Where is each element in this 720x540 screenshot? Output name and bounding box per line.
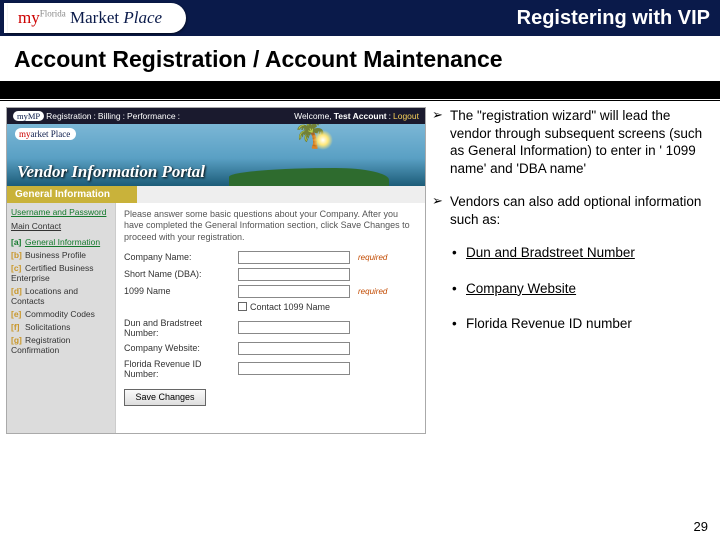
checkbox-contact-1099[interactable] [238,302,247,311]
sun-icon [313,130,333,150]
row-duns: Dun and Bradstreet Number: [124,318,417,338]
vip-nav-step-g[interactable]: [g]Registration Confirmation [11,335,111,355]
logo-market: arket [85,8,119,27]
bullet-dot-icon: • [452,244,466,262]
logo-myflorida-marketplace: myFlorida Market Place [18,8,162,28]
vip-body: Username and Password Main Contact [a]Ge… [7,203,425,433]
lbl-website: Company Website: [124,343,234,353]
vip-top-account: Welcome, Test Account : Logout [294,111,419,121]
vip-nav-step-b[interactable]: [b]Business Profile [11,250,111,260]
arrow-icon: ➢ [432,193,450,228]
lbl-duns: Dun and Bradstreet Number: [124,318,234,338]
logo-my: my [18,8,40,27]
vip-sidebar: Username and Password Main Contact [a]Ge… [7,203,115,433]
req-1099-name: required [358,287,387,296]
slide-top-bar: myFlorida myFlorida Market Place Registe… [0,0,720,36]
page-number: 29 [694,519,708,534]
vip-tab-billing[interactable]: Billing [98,111,121,121]
vip-nav-step-f[interactable]: [f]Solicitations [11,322,111,332]
screenshot-column: myMP Registration : Billing : Performanc… [0,105,430,434]
bullet-dot-icon: • [452,315,466,333]
divider-thick [0,81,720,99]
section-heading: Account Registration / Account Maintenan… [0,36,720,81]
vip-tab-performance[interactable]: Performance [127,111,176,121]
vip-top-nav: myMP Registration : Billing : Performanc… [7,108,425,124]
row-short-name: Short Name (DBA): [124,268,417,281]
sub-bullet-3-text: Florida Revenue ID number [466,315,632,333]
lbl-company-name: Company Name: [124,252,234,262]
sub-bullet-2-text: Company Website [466,280,576,298]
vip-mini-logo-icon: myMP [13,111,44,121]
vip-nav-step-a[interactable]: [a]General Information [11,237,111,247]
row-company-name: Company Name: required [124,251,417,264]
vip-logout-link[interactable]: Logout [393,111,419,121]
sub-bullet-1-text: Dun and Bradstreet Number [466,244,635,262]
input-florida-rev-id[interactable] [238,362,350,375]
lbl-short-name: Short Name (DBA): [124,269,234,279]
vip-nav-main-contact[interactable]: Main Contact [11,221,111,231]
vip-hero-title: Vendor Information Portal [17,162,205,182]
vip-welcome-prefix: Welcome, [294,111,332,121]
req-company-name: required [358,253,387,262]
row-website: Company Website: [124,342,417,355]
bullet-2-text: Vendors can also add optional informatio… [450,193,714,228]
lbl-florida-rev-id: Florida Revenue ID Number: [124,359,234,379]
arrow-icon: ➢ [432,107,450,177]
row-florida-rev-id: Florida Revenue ID Number: [124,359,417,379]
logo-place: Place [123,8,162,27]
sub-bullet-list: • Dun and Bradstreet Number • Company We… [432,244,714,333]
vip-nav-step-c[interactable]: [c]Certified Business Enterprise [11,263,111,283]
vip-hero-logo: myarket Place [15,128,76,140]
input-1099-name[interactable] [238,285,350,298]
bullet-1: ➢ The "registration wizard" will lead th… [432,107,714,177]
input-duns[interactable] [238,321,350,334]
bullet-1-text: The "registration wizard" will lead the … [450,107,714,177]
lbl-1099-name: 1099 Name [124,286,234,296]
vip-nav-step-e[interactable]: [e]Commodity Codes [11,309,111,319]
vip-screenshot: myMP Registration : Billing : Performanc… [6,107,426,434]
vip-account-name: Test Account [334,111,387,121]
sub-bullet-1: • Dun and Bradstreet Number [452,244,714,262]
vip-form-intro: Please answer some basic questions about… [124,209,417,243]
vip-top-tabs: myMP Registration : Billing : Performanc… [13,111,180,121]
text-column: ➢ The "registration wizard" will lead th… [430,105,720,434]
slide-title: Registering with VIP [517,7,710,30]
content-row: myMP Registration : Billing : Performanc… [0,101,720,434]
row-1099-name: 1099 Name required [124,285,417,298]
vip-tab-registration[interactable]: Registration [46,111,91,121]
sub-bullet-2: • Company Website [452,280,714,298]
input-company-name[interactable] [238,251,350,264]
vip-section-tab: General Information [7,186,137,203]
sub-bullet-3: • Florida Revenue ID number [452,315,714,333]
input-website[interactable] [238,342,350,355]
palm-tree-icon: 🌴 [293,134,311,180]
bullet-dot-icon: • [452,280,466,298]
vip-form: Please answer some basic questions about… [115,203,425,433]
lbl-contact-1099: Contact 1099 Name [250,302,330,312]
vip-hero-banner: myarket Place 🌴 Vendor Information Porta… [7,124,425,186]
row-contact-1099: Contact 1099 Name [238,302,417,312]
vip-nav-step-d[interactable]: [d]Locations and Contacts [11,286,111,306]
vip-nav-current[interactable]: Username and Password [11,207,111,217]
input-short-name[interactable] [238,268,350,281]
save-changes-button[interactable]: Save Changes [124,389,206,406]
bullet-2: ➢ Vendors can also add optional informat… [432,193,714,228]
